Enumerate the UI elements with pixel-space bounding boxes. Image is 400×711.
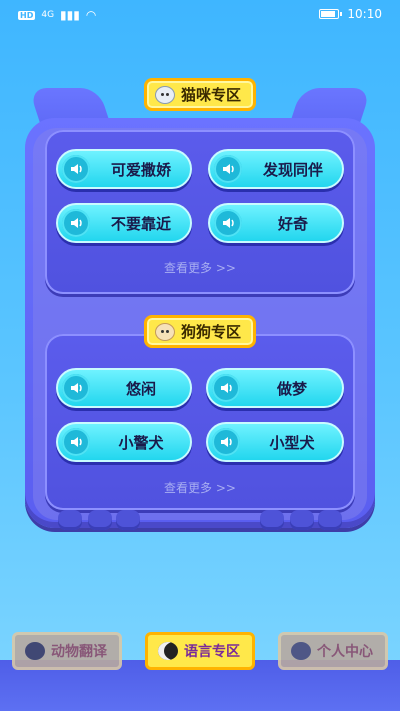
bottom-nav: 动物翻译 语言专区 个人中心	[0, 630, 400, 711]
status-right: 10:10	[319, 7, 382, 21]
nav-personal-center[interactable]: 个人中心	[278, 632, 388, 670]
speaker-icon	[212, 428, 240, 456]
paw-decoration	[290, 510, 314, 530]
sound-button-cat-3[interactable]: 不要靠近	[56, 203, 192, 243]
sound-button-dog-4[interactable]: 小型犬	[206, 422, 344, 462]
sound-button-label: 小型犬	[269, 433, 315, 452]
speaker-icon	[212, 374, 240, 402]
signal-icon: ▮▮▮	[60, 8, 80, 22]
paw-decoration	[318, 510, 342, 530]
speaker-icon	[62, 428, 90, 456]
cat-face-icon	[154, 85, 175, 104]
signal-label: 4G	[41, 10, 55, 20]
sound-button-label: 发现同伴	[262, 160, 323, 179]
sound-button-label: 做梦	[276, 379, 307, 398]
sound-button-cat-2[interactable]: 发现同伴	[208, 149, 344, 189]
sound-button-label: 可爱撒娇	[110, 160, 171, 179]
cat-see-more-link[interactable]: 查看更多 >>	[0, 259, 400, 276]
sound-button-label: 不要靠近	[110, 214, 171, 233]
nav-label: 个人中心	[317, 644, 373, 660]
cat-icon	[25, 642, 45, 660]
cat-icon	[291, 642, 311, 660]
sound-button-dog-3[interactable]: 小警犬	[56, 422, 192, 462]
status-bar: HD 4G ▮▮▮ ◠ 10:10	[0, 0, 400, 30]
dog-see-more-link[interactable]: 查看更多 >>	[0, 479, 400, 496]
wifi-icon: ◠	[85, 8, 97, 22]
sound-button-label: 小警犬	[118, 433, 164, 452]
cat-section-title: 猫咪专区	[143, 78, 257, 111]
sound-button-dog-1[interactable]: 悠闲	[56, 368, 192, 408]
dog-section-title: 狗狗专区	[143, 315, 257, 348]
sound-button-label: 好奇	[277, 214, 308, 233]
cat-icon	[158, 642, 178, 660]
sound-button-cat-1[interactable]: 可爱撒娇	[56, 149, 192, 189]
sound-button-label: 悠闲	[125, 379, 156, 398]
nav-label: 语言专区	[184, 644, 240, 660]
paw-decoration	[116, 510, 140, 530]
dog-section-title-text: 狗狗专区	[180, 323, 242, 341]
nav-language-zone[interactable]: 语言专区	[145, 632, 255, 670]
battery-icon	[319, 9, 343, 19]
paw-decoration	[58, 510, 82, 530]
paw-decoration	[260, 510, 284, 530]
speaker-icon	[62, 374, 90, 402]
speaker-icon	[214, 209, 242, 237]
sound-button-dog-2[interactable]: 做梦	[206, 368, 344, 408]
network-badge: HD	[18, 10, 36, 20]
speaker-icon	[62, 209, 90, 237]
sound-button-cat-4[interactable]: 好奇	[208, 203, 344, 243]
status-left: HD 4G ▮▮▮ ◠	[18, 8, 96, 22]
nav-label: 动物翻译	[51, 644, 107, 660]
clock: 10:10	[347, 7, 382, 21]
speaker-icon	[62, 155, 90, 183]
cat-section-title-text: 猫咪专区	[180, 86, 242, 104]
paw-decoration	[88, 510, 112, 530]
dog-face-icon	[154, 322, 175, 341]
speaker-icon	[214, 155, 242, 183]
nav-animal-translate[interactable]: 动物翻译	[12, 632, 122, 670]
